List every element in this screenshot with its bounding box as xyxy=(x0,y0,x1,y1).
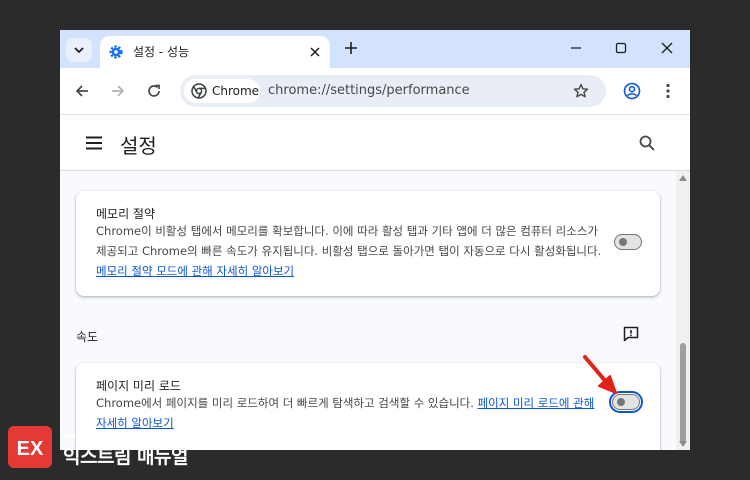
chip-label: Chrome xyxy=(212,84,260,98)
page-title: 설정 xyxy=(120,134,157,158)
memory-saver-toggle[interactable] xyxy=(614,234,642,250)
toggle-knob xyxy=(617,398,625,406)
scroll-up-arrow[interactable] xyxy=(679,175,687,181)
profile-icon[interactable] xyxy=(623,82,641,100)
close-window-icon[interactable] xyxy=(658,39,676,57)
site-logo: EX xyxy=(8,426,52,468)
preload-pages-toggle[interactable] xyxy=(612,394,640,410)
chrome-logo-icon xyxy=(191,83,207,99)
watermark: EX More Better IT Life 익스트림 매뉴얼 xyxy=(6,424,206,472)
watermark-tagline: More Better IT Life xyxy=(64,432,139,441)
hamburger-menu-icon[interactable] xyxy=(86,136,102,150)
gear-icon xyxy=(109,45,123,59)
arrow-left-icon[interactable] xyxy=(73,82,91,100)
star-icon[interactable] xyxy=(572,82,590,100)
plus-icon[interactable] xyxy=(342,39,360,57)
reload-icon[interactable] xyxy=(145,82,163,100)
section-label-speed: 속도 xyxy=(76,330,99,344)
tab-search-button[interactable] xyxy=(66,38,92,62)
tab-active[interactable]: 설정 - 성능 xyxy=(100,36,330,68)
memory-saver-description: Chrome이 비활성 탭에서 메모리를 확보합니다. 이에 따라 활성 탭과 … xyxy=(96,221,606,281)
preload-pages-text: Chrome에서 페이지를 미리 로드하여 더 빠르게 탐색하고 검색할 수 있… xyxy=(96,396,474,410)
toggle-knob xyxy=(619,238,627,246)
kebab-menu-icon[interactable] xyxy=(659,82,677,100)
memory-saver-card: 메모리 절약 Chrome이 비활성 탭에서 메모리를 확보합니다. 이에 따라… xyxy=(76,191,660,296)
maximize-icon[interactable] xyxy=(612,39,630,57)
search-icon[interactable] xyxy=(638,134,656,152)
memory-saver-learn-more-link[interactable]: 메모리 절약 모드에 관해 자세히 알아보기 xyxy=(96,264,294,278)
url-text[interactable]: chrome://settings/performance xyxy=(268,83,470,98)
address-bar[interactable]: Chrome chrome://settings/performance xyxy=(180,75,606,107)
scrollbar[interactable] xyxy=(676,171,690,450)
settings-header: 설정 xyxy=(60,114,690,171)
minimize-icon[interactable] xyxy=(567,39,585,57)
scrollbar-thumb[interactable] xyxy=(680,343,686,443)
settings-content: 메모리 절약 Chrome이 비활성 탭에서 메모리를 확보합니다. 이에 따라… xyxy=(60,171,690,450)
watermark-name: 익스트림 매뉴얼 xyxy=(63,446,188,468)
svg-text:EX: EX xyxy=(17,438,44,460)
chevron-down-icon xyxy=(74,47,84,54)
preload-pages-title: 페이지 미리 로드 xyxy=(96,379,181,393)
feedback-icon[interactable] xyxy=(622,325,640,343)
close-icon[interactable] xyxy=(307,44,323,60)
site-info-chip[interactable]: Chrome xyxy=(184,79,260,103)
scroll-down-arrow[interactable] xyxy=(679,441,687,447)
tab-strip: 설정 - 성능 xyxy=(60,30,690,68)
memory-saver-text: Chrome이 비활성 탭에서 메모리를 확보합니다. 이에 따라 활성 탭과 … xyxy=(96,224,602,258)
arrow-right-icon[interactable] xyxy=(109,82,127,100)
tab-title: 설정 - 성능 xyxy=(133,45,190,59)
memory-saver-title: 메모리 절약 xyxy=(96,207,156,221)
browser-window: 설정 - 성능 Chrome chrome://settings/perform… xyxy=(60,30,690,450)
toolbar: Chrome chrome://settings/performance xyxy=(60,68,690,114)
